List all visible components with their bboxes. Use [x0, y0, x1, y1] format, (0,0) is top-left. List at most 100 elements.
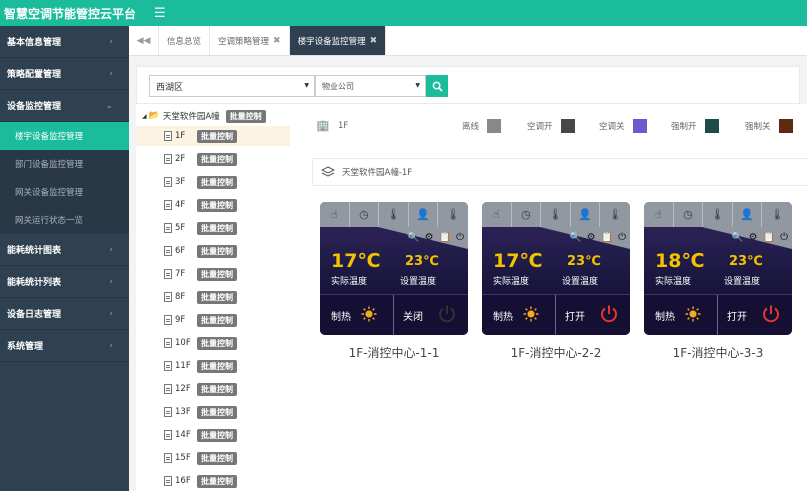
batch-control-badge[interactable]: 批量控制: [197, 359, 237, 373]
search-icon[interactable]: 🔍: [407, 232, 419, 243]
batch-control-badge[interactable]: 批量控制: [197, 129, 237, 143]
legend-label: 强制关: [745, 122, 771, 132]
power-small-icon[interactable]: ⏻: [456, 232, 464, 243]
clock-icon[interactable]: ◷: [350, 202, 380, 227]
search-icon[interactable]: 🔍: [569, 232, 581, 243]
batch-control-badge[interactable]: 批量控制: [197, 152, 237, 166]
batch-control-badge[interactable]: 批量控制: [197, 175, 237, 189]
search-icon[interactable]: 🔍: [731, 232, 743, 243]
tree-node-floor[interactable]: 5F 批量控制: [136, 218, 290, 238]
batch-control-badge[interactable]: 批量控制: [197, 290, 237, 304]
power-small-icon[interactable]: ⏻: [780, 232, 788, 243]
clock-icon[interactable]: ◷: [512, 202, 542, 227]
tree-node-floor[interactable]: 9F 批量控制: [136, 310, 290, 330]
batch-control-badge[interactable]: 批量控制: [197, 405, 237, 419]
chevron-right-icon: ›: [109, 340, 113, 351]
batch-control-badge[interactable]: 批量控制: [197, 221, 237, 235]
clock-icon[interactable]: ◷: [674, 202, 704, 227]
clipboard-icon[interactable]: 📋: [439, 232, 451, 243]
tree-node-floor[interactable]: 15F 批量控制: [136, 448, 290, 468]
batch-control-badge[interactable]: 批量控制: [197, 451, 237, 465]
tab-ac-strategy[interactable]: 空调策略管理 ✖: [210, 26, 290, 55]
temp-adjust-icon[interactable]: 🌡: [762, 202, 792, 227]
caret-down-icon[interactable]: ◢: [142, 113, 147, 120]
tree-node-floor[interactable]: 12F 批量控制: [136, 379, 290, 399]
power-button[interactable]: 打开: [556, 295, 630, 336]
legend-forced-off: 强制关: [745, 119, 793, 133]
tree-node-floor[interactable]: 11F 批量控制: [136, 356, 290, 376]
power-button[interactable]: 关闭: [394, 295, 468, 336]
user-icon[interactable]: 👤: [733, 202, 763, 227]
power-icon: [601, 305, 617, 322]
thermometer-icon[interactable]: 🌡: [703, 202, 733, 227]
user-icon[interactable]: 👤: [571, 202, 601, 227]
mode-button[interactable]: 制热: [644, 294, 718, 335]
close-icon[interactable]: ✖: [370, 36, 378, 46]
clipboard-icon[interactable]: 📋: [601, 232, 613, 243]
hand-icon[interactable]: ☝: [320, 202, 350, 227]
tab-building-monitor[interactable]: 楼宇设备监控管理 ✖: [289, 26, 387, 55]
temp-adjust-icon[interactable]: 🌡: [600, 202, 630, 227]
sidebar-item-device-log[interactable]: 设备日志管理 ›: [0, 298, 129, 330]
tree-node-floor[interactable]: 7F 批量控制: [136, 264, 290, 284]
sidebar-subitem-building-monitor[interactable]: 楼宇设备监控管理: [0, 122, 129, 150]
sidebar-item-system[interactable]: 系统管理 ›: [0, 330, 129, 362]
batch-control-badge[interactable]: 批量控制: [197, 244, 237, 258]
sidebar-subitem-gateway-status[interactable]: 网关运行状态一览: [0, 206, 129, 234]
power-small-icon[interactable]: ⏻: [618, 232, 626, 243]
batch-control-badge[interactable]: 批量控制: [197, 313, 237, 327]
batch-control-badge[interactable]: 批量控制: [225, 109, 266, 123]
tree-node-floor[interactable]: 2F 批量控制: [136, 149, 290, 169]
sidebar-item-basic-info[interactable]: 基本信息管理 ›: [0, 26, 129, 58]
batch-control-badge[interactable]: 批量控制: [197, 428, 237, 442]
close-icon[interactable]: ✖: [273, 36, 281, 46]
sidebar-item-device-monitor[interactable]: 设备监控管理 ⌄: [0, 90, 129, 122]
power-button[interactable]: 打开: [718, 295, 792, 336]
batch-control-badge[interactable]: 批量控制: [197, 382, 237, 396]
hand-icon[interactable]: ☝: [644, 202, 674, 227]
device-name: 1F-消控中心-1-1: [348, 346, 440, 360]
sidebar-subitem-gateway-monitor[interactable]: 网关设备监控管理: [0, 178, 129, 206]
sidebar-subitem-department-monitor[interactable]: 部门设备监控管理: [0, 150, 129, 178]
batch-control-badge[interactable]: 批量控制: [197, 198, 237, 212]
sidebar-item-strategy[interactable]: 策略配置管理 ›: [0, 58, 129, 90]
thermometer-icon[interactable]: 🌡: [541, 202, 571, 227]
hand-icon[interactable]: ☝: [482, 202, 512, 227]
tree-node-floor[interactable]: 4F 批量控制: [136, 195, 290, 215]
ac-device-card[interactable]: ☝ ◷ 🌡 👤 🌡 🔍 ⚙ 📋 ⏻ 18℃ 23℃ 实际温度 设置温度 制热 打开: [644, 202, 792, 335]
gear-icon[interactable]: ⚙: [587, 232, 596, 243]
tree-node-floor[interactable]: 14F 批量控制: [136, 425, 290, 445]
hamburger-icon[interactable]: ☰: [154, 6, 166, 21]
gear-icon[interactable]: ⚙: [425, 232, 434, 243]
batch-control-badge[interactable]: 批量控制: [197, 336, 237, 350]
mode-button[interactable]: 制热: [320, 294, 394, 335]
ac-device-card[interactable]: ☝ ◷ 🌡 👤 🌡 🔍 ⚙ 📋 ⏻ 17℃ 23℃ 实际温度 设置温度 制热 打开: [482, 202, 630, 335]
tree-node-floor[interactable]: 16F 批量控制: [136, 471, 290, 491]
tree-node-floor[interactable]: 3F 批量控制: [136, 172, 290, 192]
user-icon[interactable]: 👤: [409, 202, 439, 227]
tree-node-floor[interactable]: 6F 批量控制: [136, 241, 290, 261]
sun-icon: [523, 306, 539, 321]
tab-scroll-left-button[interactable]: ◀◀: [129, 26, 159, 55]
tab-overview[interactable]: 信息总览: [159, 26, 211, 55]
file-icon: [164, 361, 172, 371]
sidebar-item-energy-chart[interactable]: 能耗统计图表 ›: [0, 234, 129, 266]
batch-control-badge[interactable]: 批量控制: [197, 474, 237, 488]
district-select[interactable]: 西湖区 ▼: [149, 75, 315, 97]
mode-button[interactable]: 制热: [482, 294, 556, 335]
thermometer-icon[interactable]: 🌡: [379, 202, 409, 227]
gear-icon[interactable]: ⚙: [749, 232, 758, 243]
tree-node-floor[interactable]: 1F 批量控制: [136, 126, 290, 146]
tree-node-floor[interactable]: 13F 批量控制: [136, 402, 290, 422]
tree-node-floor[interactable]: 10F 批量控制: [136, 333, 290, 353]
clipboard-icon[interactable]: 📋: [763, 232, 775, 243]
tree-node-floor[interactable]: 8F 批量控制: [136, 287, 290, 307]
ac-device-card[interactable]: ☝ ◷ 🌡 👤 🌡 🔍 ⚙ 📋 ⏻ 17℃ 23℃ 实际温度 设置温度 制热 关闭: [320, 202, 468, 335]
sidebar-item-energy-list[interactable]: 能耗统计列表 ›: [0, 266, 129, 298]
floor-label: 5F: [175, 223, 186, 233]
company-select[interactable]: 物业公司 ▼: [315, 75, 426, 97]
batch-control-badge[interactable]: 批量控制: [197, 267, 237, 281]
search-button[interactable]: [426, 75, 448, 97]
temp-adjust-icon[interactable]: 🌡: [438, 202, 468, 227]
tree-root-node[interactable]: ◢ 📂 天堂软件园A幢 批量控制: [142, 108, 266, 124]
